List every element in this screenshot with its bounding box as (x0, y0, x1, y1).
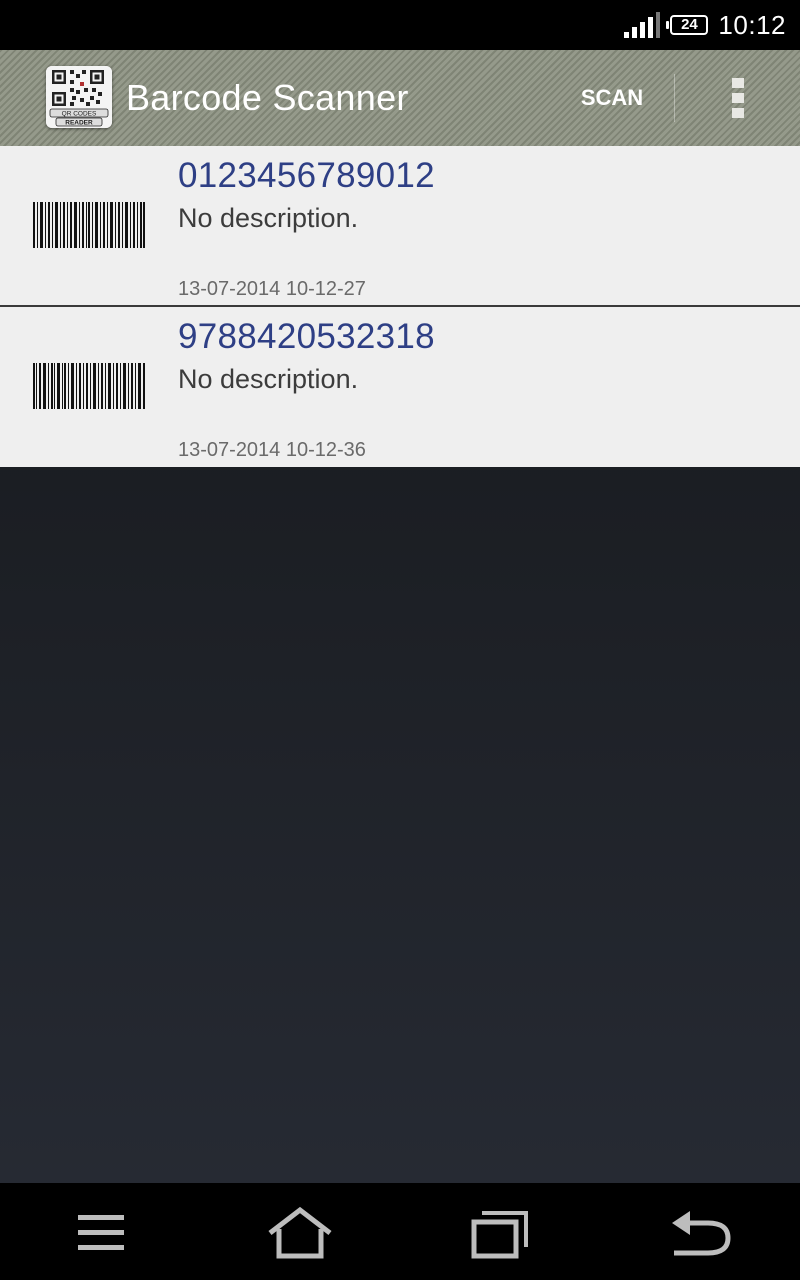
barcode-icon (33, 363, 145, 409)
list-item[interactable]: 0123456789012 No description. 13-07-2014… (0, 146, 800, 307)
status-bar: 24 10:12 (0, 0, 800, 50)
app-logo-text-top: QR CODES (62, 111, 97, 118)
battery-icon: 24 (666, 15, 709, 35)
screen: 24 10:12 QR CODES READER Barcode Scanner… (0, 0, 800, 1280)
status-clock: 10:12 (718, 9, 786, 40)
menu-icon[interactable] (66, 1205, 136, 1261)
navigation-bar (0, 1183, 800, 1280)
app-logo-icon[interactable]: QR CODES READER (46, 66, 112, 128)
scan-button[interactable]: SCAN (560, 50, 664, 146)
status-icons: 24 10:12 (624, 0, 786, 50)
list-item[interactable]: 9788420532318 No description. 13-07-2014… (0, 307, 800, 467)
overflow-menu-icon[interactable] (716, 74, 760, 122)
item-code: 0123456789012 (178, 156, 435, 195)
battery-level: 24 (681, 16, 698, 33)
item-code: 9788420532318 (178, 317, 435, 356)
history-list: 0123456789012 No description. 13-07-2014… (0, 146, 800, 1183)
action-divider (674, 74, 675, 122)
item-date: 13-07-2014 10-12-36 (178, 439, 366, 461)
home-icon[interactable] (265, 1205, 335, 1261)
item-description: No description. (178, 203, 359, 233)
item-description: No description. (178, 364, 359, 394)
recent-apps-icon[interactable] (466, 1205, 536, 1261)
action-bar: QR CODES READER Barcode Scanner SCAN (0, 50, 800, 146)
item-date: 13-07-2014 10-12-27 (178, 278, 366, 300)
app-title: Barcode Scanner (126, 77, 409, 118)
back-icon[interactable] (666, 1205, 736, 1261)
app-logo-text-bottom: READER (65, 120, 93, 127)
signal-icon (624, 12, 661, 38)
barcode-icon (33, 202, 145, 248)
